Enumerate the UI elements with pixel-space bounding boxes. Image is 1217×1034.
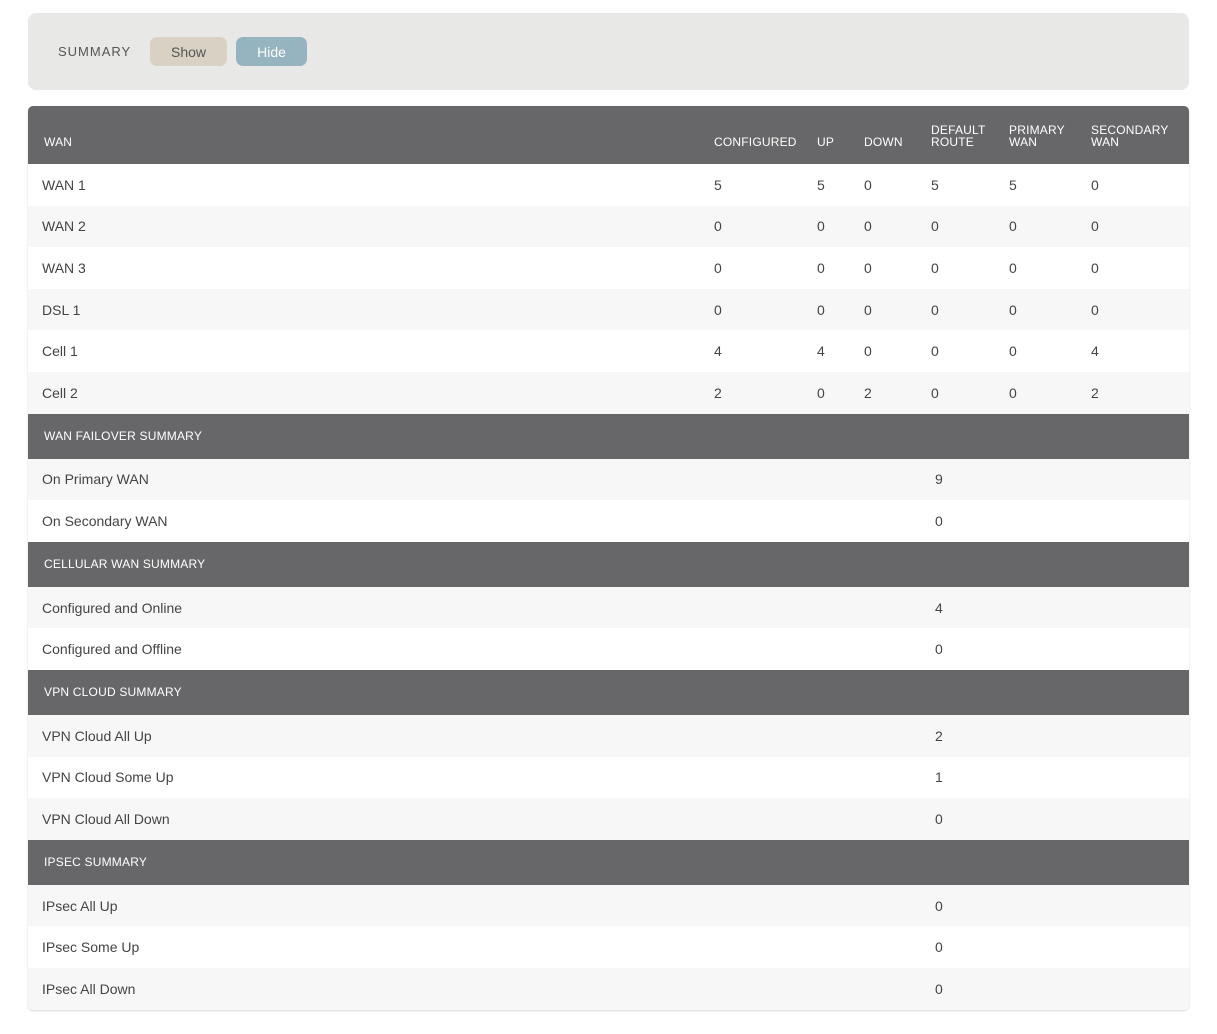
column-header-down: DOWN <box>864 135 903 149</box>
table-header-row: WAN CONFIGURED UP DOWN DEFAULT ROUTE PRIMARY … <box>28 106 1189 164</box>
wan-summary-table: WAN CONFIGURED UP DOWN DEFAULT ROUTE PRIMARY … <box>28 106 1189 1010</box>
cell-secondary-wan: 4 <box>1091 343 1099 360</box>
summary-label: Configured and Offline <box>42 641 182 658</box>
summary-row-vpn-cloud-some-up: VPN Cloud Some Up 1 <box>28 756 1189 799</box>
cell-down: 0 <box>864 218 872 235</box>
cell-default-route: 5 <box>931 176 939 193</box>
summary-label: VPN Cloud All Down <box>42 810 170 827</box>
summary-row-vpn-cloud-all-down: VPN Cloud All Down 0 <box>28 798 1189 840</box>
cell-secondary-wan: 0 <box>1091 259 1099 276</box>
section-header-ipsec-summary: IPSEC SUMMARY <box>28 839 1189 885</box>
cell-default-route: 0 <box>931 343 939 360</box>
summary-value: 0 <box>935 641 943 658</box>
summary-toolbar: SUMMARY Show Hide <box>28 13 1189 90</box>
section-header-cellular-wan-summary: CELLULAR WAN SUMMARY <box>28 541 1189 587</box>
section-header-wan-failover-summary: WAN FAILOVER SUMMARY <box>28 413 1189 459</box>
cell-up: 0 <box>817 384 825 401</box>
section-header-vpn-cloud-summary: VPN CLOUD SUMMARY <box>28 669 1189 715</box>
wan-row-cell-1: Cell 1 4 4 0 0 0 4 <box>28 330 1189 372</box>
cell-secondary-wan: 0 <box>1091 301 1099 318</box>
summary-label: Configured and Online <box>42 599 183 616</box>
summary-label: On Primary WAN <box>42 471 149 488</box>
cell-down: 2 <box>864 384 872 401</box>
summary-value: 0 <box>935 939 943 956</box>
summary-row-vpn-cloud-all-up: VPN Cloud All Up 2 <box>28 714 1189 757</box>
cell-down: 0 <box>864 259 872 276</box>
summary-value: 0 <box>935 897 943 914</box>
wan-row-wan-2: WAN 2 0 0 0 0 0 0 <box>28 205 1189 248</box>
summary-value: 0 <box>935 810 943 827</box>
summary-label: IPsec Some Up <box>42 939 140 956</box>
cell-down: 0 <box>864 176 872 193</box>
cell-name: Cell 2 <box>42 384 78 401</box>
column-header-secondary-wan: SECONDARY WAN <box>1091 123 1169 149</box>
cell-default-route: 0 <box>931 218 939 235</box>
wan-row-dsl-1: DSL 1 0 0 0 0 0 0 <box>28 288 1189 331</box>
cell-secondary-wan: 0 <box>1091 218 1099 235</box>
cell-name: WAN 2 <box>42 218 86 235</box>
cell-primary-wan: 0 <box>1009 343 1017 360</box>
cell-configured: 2 <box>714 384 722 401</box>
cell-name: WAN 3 <box>42 259 86 276</box>
summary-value: 2 <box>935 727 943 744</box>
column-header-wan: WAN <box>44 135 73 149</box>
column-header-primary-wan: PRIMARY WAN <box>1009 123 1065 149</box>
summary-label: IPsec All Down <box>42 980 136 997</box>
section-title: IPSEC SUMMARY <box>44 855 148 870</box>
section-title: WAN FAILOVER SUMMARY <box>44 429 203 444</box>
section-title: CELLULAR WAN SUMMARY <box>44 557 206 572</box>
wan-row-wan-3: WAN 3 0 0 0 0 0 0 <box>28 247 1189 289</box>
cell-configured: 5 <box>714 176 722 193</box>
summary-label: VPN Cloud All Up <box>42 727 152 744</box>
summary-label: IPsec All Up <box>42 897 118 914</box>
summary-label: VPN Cloud Some Up <box>42 769 174 786</box>
cell-up: 4 <box>817 343 825 360</box>
summary-value: 9 <box>935 471 943 488</box>
summary-row-configured-and-online: Configured and Online 4 <box>28 586 1189 629</box>
column-header-configured: CONFIGURED <box>714 135 797 149</box>
summary-row-ipsec-all-down: IPsec All Down 0 <box>28 967 1189 1010</box>
cell-name: Cell 1 <box>42 343 78 360</box>
summary-label: On Secondary WAN <box>42 512 168 529</box>
cell-secondary-wan: 0 <box>1091 176 1099 193</box>
cell-default-route: 0 <box>931 259 939 276</box>
cell-down: 0 <box>864 301 872 318</box>
cell-primary-wan: 0 <box>1009 218 1017 235</box>
cell-configured: 0 <box>714 259 722 276</box>
summary-row-on-primary-wan: On Primary WAN 9 <box>28 458 1189 501</box>
cell-default-route: 0 <box>931 384 939 401</box>
wan-row-cell-2: Cell 2 2 0 2 0 0 2 <box>28 371 1189 414</box>
column-header-default-route: DEFAULT ROUTE <box>931 123 986 149</box>
summary-value: 4 <box>935 599 943 616</box>
cell-default-route: 0 <box>931 301 939 318</box>
section-title: VPN CLOUD SUMMARY <box>44 685 182 700</box>
summary-row-ipsec-all-up: IPsec All Up 0 <box>28 884 1189 927</box>
cell-primary-wan: 0 <box>1009 384 1017 401</box>
cell-down: 0 <box>864 343 872 360</box>
cell-configured: 4 <box>714 343 722 360</box>
cell-name: WAN 1 <box>42 176 86 193</box>
cell-primary-wan: 0 <box>1009 301 1017 318</box>
summary-value: 0 <box>935 512 943 529</box>
summary-value: 1 <box>935 769 943 786</box>
summary-value: 0 <box>935 980 943 997</box>
summary-label: SUMMARY <box>58 44 132 59</box>
summary-row-configured-and-offline: Configured and Offline 0 <box>28 628 1189 670</box>
cell-name: DSL 1 <box>42 301 81 318</box>
summary-row-on-secondary-wan: On Secondary WAN 0 <box>28 500 1189 542</box>
cell-up: 0 <box>817 259 825 276</box>
cell-primary-wan: 5 <box>1009 176 1017 193</box>
column-header-up: UP <box>817 135 835 149</box>
cell-configured: 0 <box>714 218 722 235</box>
show-button[interactable]: Show <box>150 37 227 66</box>
cell-primary-wan: 0 <box>1009 259 1017 276</box>
cell-up: 5 <box>817 176 825 193</box>
cell-configured: 0 <box>714 301 722 318</box>
hide-button[interactable]: Hide <box>236 37 307 66</box>
cell-up: 0 <box>817 301 825 318</box>
summary-row-ipsec-some-up: IPsec Some Up 0 <box>28 926 1189 968</box>
cell-up: 0 <box>817 218 825 235</box>
wan-row-wan-1: WAN 1 5 5 0 5 5 0 <box>28 164 1189 206</box>
cell-secondary-wan: 2 <box>1091 384 1099 401</box>
